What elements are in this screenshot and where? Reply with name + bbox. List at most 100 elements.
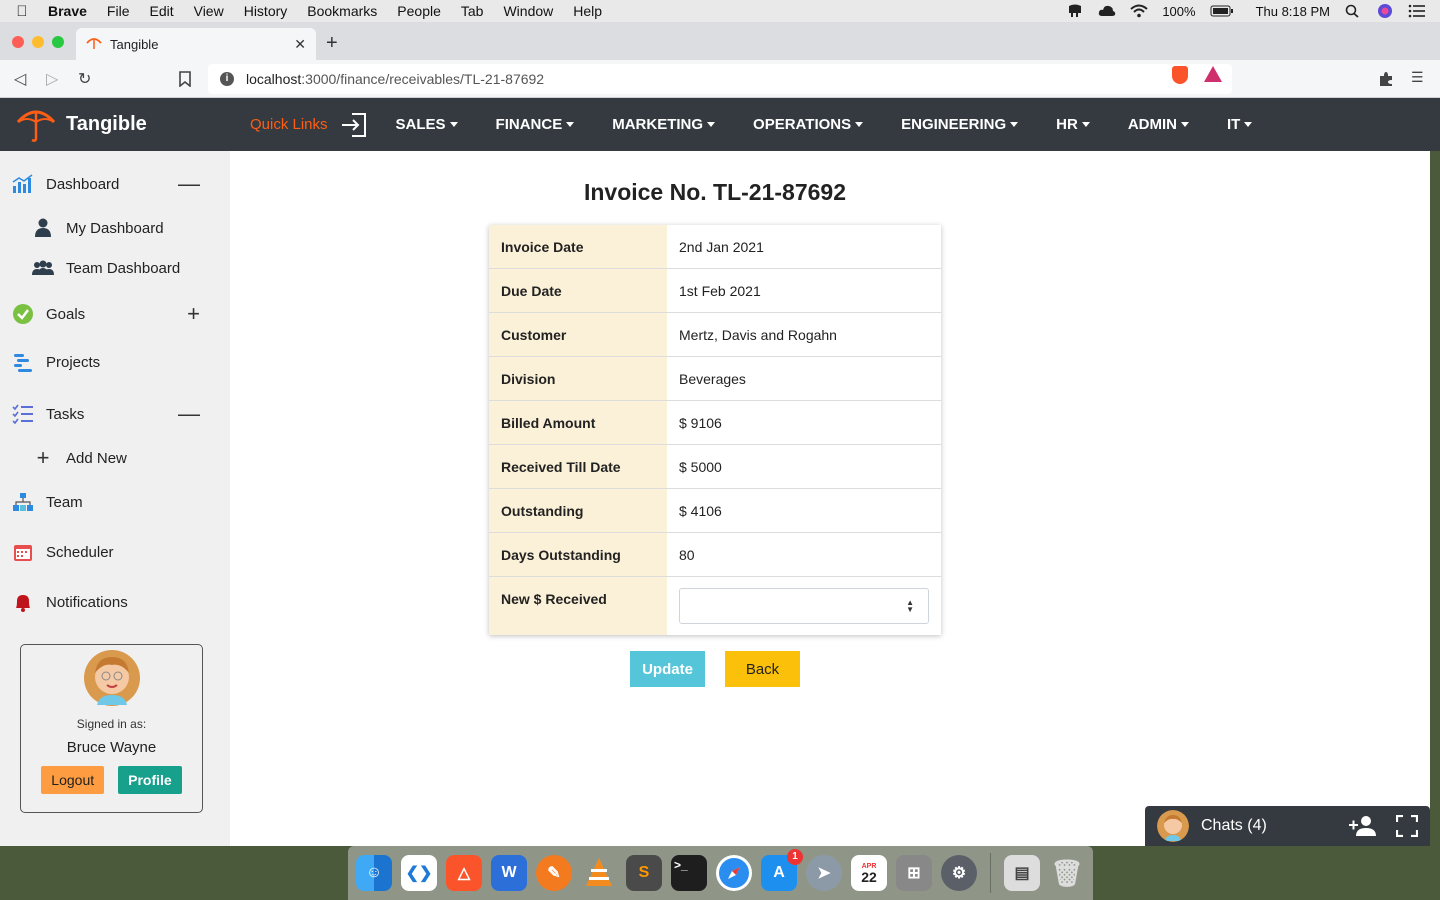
clock[interactable]: Thu 8:18 PM	[1256, 4, 1330, 19]
number-spinner-icon[interactable]: ▲ ▼	[906, 599, 914, 614]
calculator-icon[interactable]: ⊞	[896, 855, 932, 891]
quick-links[interactable]: Quick Links	[250, 112, 368, 138]
sidebar-item-dashboard[interactable]: Dashboard —	[12, 171, 212, 197]
sidebar-item-projects[interactable]: Projects	[12, 351, 212, 373]
nav-hr[interactable]: HR	[1056, 116, 1090, 133]
nav-sales[interactable]: SALES	[396, 116, 458, 133]
vscode-icon[interactable]: ❮❯	[401, 855, 437, 891]
window-controls	[12, 36, 64, 48]
main-content: Invoice No. TL-21-87692 Invoice Date 2nd …	[230, 151, 1430, 846]
finder-icon[interactable]: ☺	[356, 855, 392, 891]
row-label: Division	[489, 357, 667, 400]
menu-app-name[interactable]: Brave	[44, 3, 97, 19]
bookmark-icon[interactable]	[178, 71, 192, 87]
brave-rewards-icon[interactable]	[1204, 66, 1222, 82]
new-received-input[interactable]: ▲ ▼	[679, 588, 929, 624]
nav-admin[interactable]: ADMIN	[1128, 116, 1189, 133]
row-label: Due Date	[489, 269, 667, 312]
spotlight-search-icon[interactable]	[1344, 4, 1362, 18]
sidebar-item-goals[interactable]: Goals +	[12, 301, 212, 327]
wifi-icon[interactable]	[1130, 4, 1148, 18]
forward-icon[interactable]: ▷	[46, 69, 58, 89]
launchpad-icon[interactable]: ➤	[806, 855, 842, 891]
webstorm-icon[interactable]: W	[491, 855, 527, 891]
avatar[interactable]	[83, 649, 141, 707]
update-button[interactable]: Update	[630, 651, 705, 687]
app-store-badge: 1	[787, 849, 803, 865]
reload-icon[interactable]: ↻	[78, 69, 91, 89]
collapse-icon[interactable]: —	[178, 401, 200, 427]
umbrella-logo-icon	[16, 110, 56, 142]
expand-icon[interactable]: +	[187, 301, 200, 327]
sidebar-item-team[interactable]: Team	[12, 491, 212, 513]
sidebar-item-scheduler[interactable]: Scheduler	[12, 541, 212, 563]
caret-down-icon	[707, 122, 716, 127]
battery-percent: 100%	[1162, 3, 1196, 19]
vlc-icon[interactable]	[581, 855, 617, 891]
siri-icon[interactable]	[1376, 4, 1394, 18]
profile-button[interactable]: Profile	[118, 766, 182, 794]
menu-window[interactable]: Window	[493, 3, 563, 19]
calendar-app-icon[interactable]: APR 22	[851, 855, 887, 891]
collapse-icon[interactable]: —	[178, 171, 200, 197]
cloud-icon[interactable]	[1098, 4, 1116, 18]
back-button[interactable]: Back	[725, 651, 800, 687]
add-user-icon[interactable]	[1348, 815, 1378, 837]
sidebar-item-add-new[interactable]: + Add New	[32, 445, 127, 470]
brand[interactable]: Tangible	[0, 108, 250, 142]
back-icon[interactable]: ◁	[14, 69, 26, 89]
nav-it[interactable]: IT	[1227, 116, 1253, 133]
menu-view[interactable]: View	[184, 3, 234, 19]
caret-down-icon	[1081, 122, 1090, 127]
close-window-button[interactable]	[12, 36, 24, 48]
nav-marketing[interactable]: MARKETING	[612, 116, 716, 133]
trash-icon[interactable]: 🗑	[1049, 855, 1085, 891]
sidebar-item-my-dashboard[interactable]: My Dashboard	[32, 218, 164, 238]
pen-app-icon[interactable]: ✎	[536, 855, 572, 891]
downloads-folder-icon[interactable]: ▤	[1004, 855, 1040, 891]
nav-operations-label: OPERATIONS	[753, 116, 852, 133]
menu-help[interactable]: Help	[563, 3, 612, 19]
logout-button[interactable]: Logout	[41, 766, 105, 794]
fullscreen-icon[interactable]	[1396, 815, 1418, 837]
page-title: Invoice No. TL-21-87692	[583, 179, 847, 205]
nav-finance[interactable]: FINANCE	[496, 116, 575, 133]
nav-hr-label: HR	[1056, 116, 1078, 133]
menu-tab[interactable]: Tab	[451, 3, 494, 19]
site-info-icon[interactable]: i	[220, 72, 234, 86]
notification-center-icon[interactable]	[1408, 4, 1426, 18]
chats-label: Chats (4)	[1201, 817, 1267, 834]
menu-bookmarks[interactable]: Bookmarks	[297, 3, 387, 19]
sidebar-item-team-dashboard[interactable]: Team Dashboard	[32, 258, 180, 278]
new-tab-button[interactable]: +	[326, 32, 338, 55]
chats-widget[interactable]: Chats (4)	[1145, 806, 1430, 846]
close-tab-icon[interactable]: ✕	[294, 36, 306, 53]
nav-engineering[interactable]: ENGINEERING	[901, 116, 1019, 133]
browser-menu-icon[interactable]: ☰	[1411, 69, 1424, 86]
extensions-icon[interactable]	[1378, 71, 1394, 87]
app-store-icon[interactable]: A1	[761, 849, 803, 891]
url-path: :3000/finance/receivables/TL-21-87692	[301, 71, 545, 87]
minimize-window-button[interactable]	[32, 36, 44, 48]
brave-shield-icon[interactable]	[1172, 66, 1188, 84]
sidebar-item-tasks[interactable]: Tasks —	[12, 401, 212, 427]
brave-icon[interactable]: △	[446, 855, 482, 891]
menu-edit[interactable]: Edit	[139, 3, 183, 19]
gantt-icon	[12, 351, 34, 373]
system-preferences-icon[interactable]: ⚙	[941, 855, 977, 891]
url-field[interactable]: i localhost:3000/finance/receivables/TL-…	[208, 64, 1232, 94]
sidebar-item-notifications[interactable]: Notifications	[12, 591, 212, 613]
elephant-icon[interactable]	[1066, 4, 1084, 18]
sublime-text-icon[interactable]: S	[626, 855, 662, 891]
menu-history[interactable]: History	[234, 3, 298, 19]
row-value: 1st Feb 2021	[679, 282, 761, 299]
terminal-icon[interactable]: >_	[671, 855, 707, 891]
apple-icon[interactable]: 	[0, 3, 44, 20]
menu-file[interactable]: File	[97, 3, 140, 19]
nav-operations[interactable]: OPERATIONS	[753, 116, 864, 133]
browser-tab[interactable]: Tangible ✕	[76, 28, 316, 60]
menu-people[interactable]: People	[387, 3, 451, 19]
battery-icon[interactable]	[1210, 4, 1234, 18]
maximize-window-button[interactable]	[52, 36, 64, 48]
safari-icon[interactable]	[716, 855, 752, 891]
